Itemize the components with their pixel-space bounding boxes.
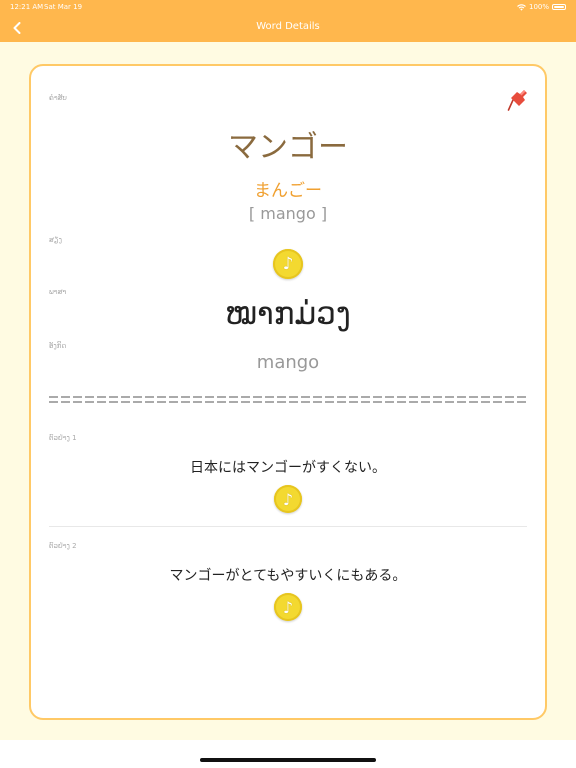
romaji-reading: [ mango ] [248, 204, 328, 223]
example-1-sentence: 日本にはマンゴーがすくない。 [190, 460, 386, 476]
example-2-label: ຕົວຢ່າງ 2 [49, 542, 77, 550]
status-bar: 12:21 AM Sat Mar 19 100% [0, 0, 576, 14]
example-2-sentence: マンゴーがとてもやすいくにもある。 [169, 568, 407, 584]
word-audio-button[interactable]: ♪ [273, 249, 303, 279]
pushpin-icon [507, 90, 527, 111]
bottom-bar [0, 740, 576, 768]
example-divider [49, 526, 527, 527]
battery-icon [552, 4, 566, 10]
music-note-icon: ♪ [282, 489, 294, 509]
status-date: Sat Mar 19 [44, 3, 83, 11]
example-1-label: ຕົວຢ່າງ 1 [49, 434, 77, 442]
pin-button[interactable] [507, 86, 529, 116]
music-note-icon: ♪ [282, 254, 294, 274]
section-divider [49, 396, 527, 410]
page-title: Word Details [256, 21, 320, 32]
audio-label: ສຽງ [49, 236, 62, 244]
japanese-word: マンゴー [228, 130, 348, 165]
lao-label: ພາສາ [49, 288, 67, 296]
status-time: 12:21 AM [10, 3, 44, 11]
navigation-bar: Word Details [0, 14, 576, 42]
lao-translation: ໝາກມ່ວງ [225, 296, 351, 332]
english-translation: mango [256, 352, 320, 373]
status-right: 100% [517, 3, 566, 11]
example-2-audio-button[interactable]: ♪ [274, 593, 302, 621]
english-label: ອັງກິດ [49, 342, 67, 350]
kana-reading: まんごー [254, 181, 322, 201]
music-note-icon: ♪ [282, 597, 294, 617]
home-indicator[interactable] [200, 758, 376, 762]
example-1-audio-button[interactable]: ♪ [274, 485, 302, 513]
battery-percent: 100% [528, 3, 549, 11]
wifi-icon [517, 3, 526, 11]
word-label: ຄໍາສັບ [49, 94, 67, 102]
word-card: ຄໍາສັບ マンゴー まんごー [ mango ] ສຽງ ♪ ພາສາ ໝາ… [29, 64, 547, 720]
